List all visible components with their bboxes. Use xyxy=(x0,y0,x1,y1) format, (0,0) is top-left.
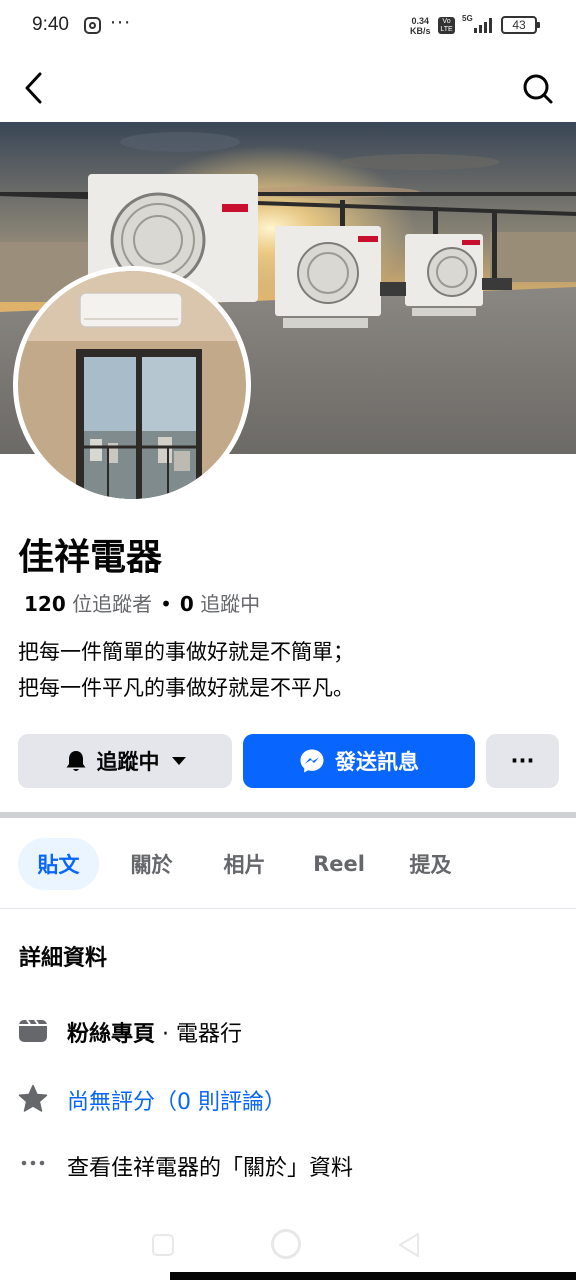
bell-icon xyxy=(65,749,87,773)
following-button[interactable]: 追蹤中 xyxy=(18,734,232,788)
chevron-left-icon xyxy=(25,72,42,104)
send-message-label: 發送訊息 xyxy=(335,750,419,774)
send-message-button[interactable]: 發送訊息 xyxy=(243,734,475,788)
home-indicator xyxy=(170,1272,576,1280)
tab-mentions[interactable]: 提及 xyxy=(390,838,471,890)
tab-posts[interactable]: 貼文 xyxy=(18,838,99,890)
home-icon[interactable] xyxy=(271,1229,301,1259)
page-title: 佳祥電器 xyxy=(18,537,163,578)
rating-link[interactable]: 尚無評分（0 則評論） xyxy=(67,1084,286,1116)
bio-line-2: 把每一件平凡的事做好就是不平凡。 xyxy=(18,676,354,700)
followers-label: 位追蹤者 xyxy=(72,592,153,616)
following-button-label: 追蹤中 xyxy=(96,750,160,774)
category-type: 粉絲專頁 xyxy=(67,1022,156,1047)
detail-category: 粉絲專頁 · 電器行 xyxy=(0,1012,576,1052)
status-time: 9:40 xyxy=(32,14,69,35)
page-flag-icon xyxy=(18,1016,48,1046)
battery-icon: 43 xyxy=(501,16,540,34)
signal-icon xyxy=(470,17,494,33)
more-options-icon: ··· xyxy=(510,749,535,773)
profile-avatar[interactable] xyxy=(13,266,251,504)
messenger-icon xyxy=(299,748,325,774)
search-icon xyxy=(523,74,553,104)
volte-icon: Vo LTE xyxy=(438,17,455,34)
top-nav xyxy=(0,52,576,122)
page-bio: 把每一件簡單的事做好就是不簡單； 把每一件平凡的事做好就是不平凡。 xyxy=(18,634,354,706)
category-text: 粉絲專頁 · 電器行 xyxy=(67,1016,242,1048)
about-link[interactable]: 查看佳祥電器的「關於」資料 xyxy=(67,1150,353,1182)
more-dots-icon xyxy=(18,1150,48,1180)
instagram-notification-icon xyxy=(84,17,101,34)
network-speed: 0.34 KB/s xyxy=(410,16,431,36)
status-bar: 9:40 ··· 0.34 KB/s Vo LTE 5G 43 xyxy=(0,0,576,52)
tabs-divider xyxy=(0,908,576,909)
search-button[interactable] xyxy=(518,70,558,110)
followers-count: 120 xyxy=(24,592,66,616)
following-count: 0 xyxy=(179,592,194,616)
system-back-icon[interactable] xyxy=(398,1232,420,1258)
volte-top: Vo xyxy=(442,18,451,25)
follower-stats[interactable]: 120 位追蹤者 • 0 追蹤中 xyxy=(24,588,260,617)
section-divider xyxy=(0,812,576,818)
chevron-down-icon xyxy=(171,757,186,765)
following-label: 追蹤中 xyxy=(200,592,261,616)
system-nav-bar xyxy=(0,1214,576,1280)
volte-bottom: LTE xyxy=(440,26,453,33)
stats-separator: • xyxy=(160,592,172,616)
more-notifications-icon: ··· xyxy=(110,12,132,34)
tab-reels[interactable]: Reel xyxy=(297,838,381,890)
category-name: · 電器行 xyxy=(155,1022,242,1047)
tab-about[interactable]: 關於 xyxy=(111,838,192,890)
more-options-button[interactable]: ··· xyxy=(486,734,559,788)
network-speed-value: 0.34 xyxy=(411,16,430,26)
detail-about[interactable]: 查看佳祥電器的「關於」資料 xyxy=(0,1146,576,1186)
network-speed-unit: KB/s xyxy=(410,26,431,36)
tab-photos[interactable]: 相片 xyxy=(204,838,285,890)
star-icon xyxy=(18,1084,48,1114)
recent-apps-icon[interactable] xyxy=(152,1234,174,1256)
bio-line-1: 把每一件簡單的事做好就是不簡單； xyxy=(18,640,354,664)
back-button[interactable] xyxy=(18,68,54,108)
detail-rating[interactable]: 尚無評分（0 則評論） xyxy=(0,1080,576,1120)
details-heading: 詳細資料 xyxy=(19,946,108,971)
